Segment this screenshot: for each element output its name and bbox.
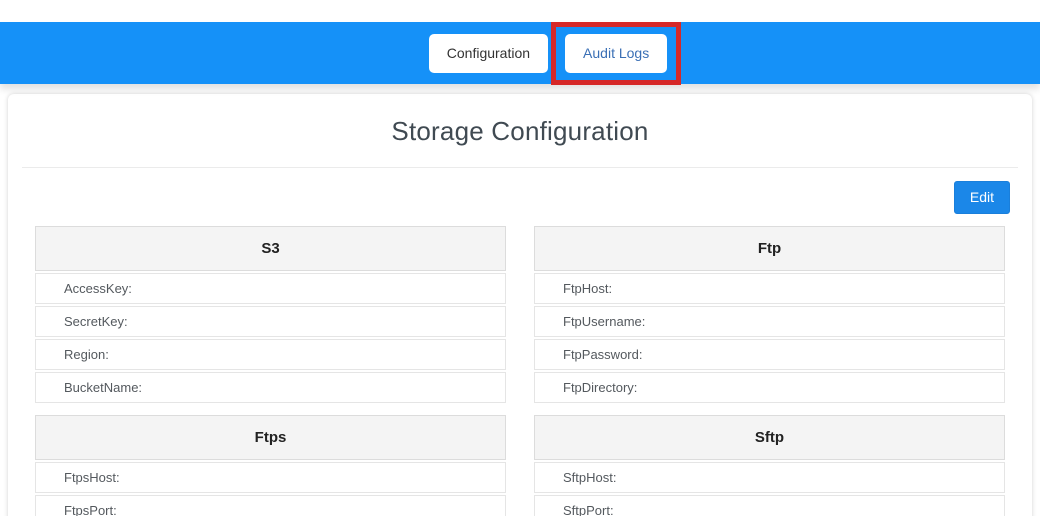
panel-row: SftpHost: bbox=[534, 462, 1005, 493]
panel-row-label: FtpsPort: bbox=[64, 503, 117, 516]
annotation-highlight-box: Audit Logs bbox=[551, 22, 681, 85]
panel-rows: SftpHost: SftpPort: bbox=[534, 462, 1005, 516]
panel-row: SftpPort: bbox=[534, 495, 1005, 516]
panel-title: Sftp bbox=[534, 415, 1005, 460]
panel-row: FtpDirectory: bbox=[534, 372, 1005, 403]
tab-audit-logs[interactable]: Audit Logs bbox=[565, 34, 667, 73]
panel-row-label: SftpPort: bbox=[563, 503, 614, 516]
edit-button[interactable]: Edit bbox=[954, 181, 1010, 214]
panel-row: FtpUsername: bbox=[534, 306, 1005, 337]
panel-row: BucketName: bbox=[35, 372, 506, 403]
tab-configuration[interactable]: Configuration bbox=[429, 34, 548, 73]
panel-row: Region: bbox=[35, 339, 506, 370]
panel-row-label: BucketName: bbox=[64, 380, 142, 395]
storage-panels: S3 AccessKey: SecretKey: Region: BucketName… bbox=[8, 224, 1032, 516]
panel-row: AccessKey: bbox=[35, 273, 506, 304]
panel-row-label: FtpPassword: bbox=[563, 347, 642, 362]
panel-row-label: FtpUsername: bbox=[563, 314, 645, 329]
panel-row: FtpsPort: bbox=[35, 495, 506, 516]
storage-panel: Ftps FtpsHost: FtpsPort: bbox=[35, 415, 506, 516]
top-navbar: Configuration Audit Logs bbox=[0, 22, 1040, 84]
panel-row-label: Region: bbox=[64, 347, 109, 362]
panel-row-label: FtpHost: bbox=[563, 281, 612, 296]
panel-row: FtpsHost: bbox=[35, 462, 506, 493]
storage-panel: Sftp SftpHost: SftpPort: bbox=[534, 415, 1005, 516]
panel-title: S3 bbox=[35, 226, 506, 271]
panel-row: SecretKey: bbox=[35, 306, 506, 337]
panel-row-label: SecretKey: bbox=[64, 314, 128, 329]
navbar-tab-group: Configuration Audit Logs bbox=[429, 22, 681, 85]
storage-panel: Ftp FtpHost: FtpUsername: FtpPassword: FtpD… bbox=[534, 226, 1005, 405]
panel-row-label: FtpDirectory: bbox=[563, 380, 637, 395]
top-white-strip bbox=[0, 0, 1040, 22]
panel-row-label: SftpHost: bbox=[563, 470, 616, 485]
panel-rows: FtpsHost: FtpsPort: bbox=[35, 462, 506, 516]
panel-title: Ftp bbox=[534, 226, 1005, 271]
panel-row-label: FtpsHost: bbox=[64, 470, 120, 485]
storage-panel: S3 AccessKey: SecretKey: Region: BucketName… bbox=[35, 226, 506, 405]
panel-row-label: AccessKey: bbox=[64, 281, 132, 296]
storage-configuration-card: Storage Configuration Edit S3 AccessKey:… bbox=[8, 94, 1032, 516]
panel-title: Ftps bbox=[35, 415, 506, 460]
panel-row: FtpHost: bbox=[534, 273, 1005, 304]
panel-row: FtpPassword: bbox=[534, 339, 1005, 370]
panel-rows: FtpHost: FtpUsername: FtpPassword: FtpDirec… bbox=[534, 273, 1005, 403]
edit-button-row: Edit bbox=[8, 168, 1032, 224]
page-title: Storage Configuration bbox=[8, 94, 1032, 167]
panel-rows: AccessKey: SecretKey: Region: BucketName: bbox=[35, 273, 506, 403]
